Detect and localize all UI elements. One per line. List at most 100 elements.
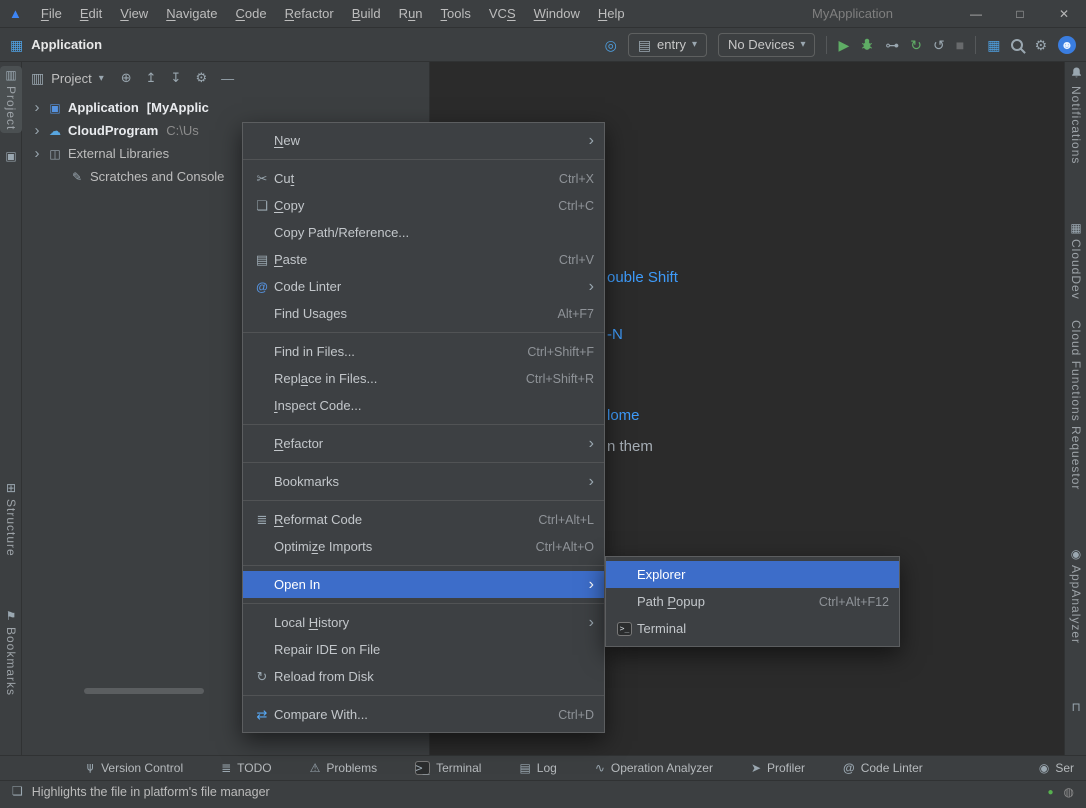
menu-item-open-in[interactable]: Open In› <box>243 571 604 598</box>
maximize-button[interactable]: □ <box>998 0 1042 27</box>
menu-bar: FileEditViewNavigateCodeRefactorBuildRun… <box>32 0 634 27</box>
menu-tools[interactable]: Tools <box>432 0 480 27</box>
horizontal-scrollbar[interactable] <box>84 688 204 694</box>
menu-item-reformat-code[interactable]: ≣Reformat CodeCtrl+Alt+L <box>243 506 604 533</box>
expand-all-icon[interactable]: ↥ <box>146 70 157 86</box>
hide-panel-icon[interactable]: — <box>221 71 234 86</box>
menu-item-label: Copy <box>274 198 304 213</box>
menu-item-optimize-imports[interactable]: Optimize ImportsCtrl+Alt+O <box>243 533 604 560</box>
tool-button-log[interactable]: ▤Log <box>519 761 556 775</box>
device-selector[interactable]: No Devices ▾ <box>718 33 816 57</box>
module-icon: ▤ <box>638 38 651 52</box>
menu-item-refactor[interactable]: Refactor› <box>243 430 604 457</box>
window-controls: — □ ✕ <box>954 0 1086 27</box>
settings-gear-icon[interactable]: ⚙ <box>1034 38 1047 52</box>
menu-item-paste[interactable]: ▤PasteCtrl+V <box>243 246 604 273</box>
search-icon[interactable] <box>1011 39 1023 51</box>
menu-separator <box>243 500 604 501</box>
stop-button: ■ <box>956 38 964 52</box>
menu-run[interactable]: Run <box>390 0 432 27</box>
expand-chevron-icon[interactable]: › <box>32 100 42 115</box>
menu-separator <box>243 424 604 425</box>
menu-item-find-usages[interactable]: Find UsagesAlt+F7 <box>243 300 604 327</box>
menu-item-explorer[interactable]: Explorer <box>606 561 899 588</box>
menu-item-code-linter[interactable]: @Code Linter› <box>243 273 604 300</box>
menu-item-copy[interactable]: ❏CopyCtrl+C <box>243 192 604 219</box>
menu-separator <box>243 603 604 604</box>
restart-app-icon[interactable]: ↻ <box>910 38 922 52</box>
menu-item-copy-path-reference[interactable]: Copy Path/Reference... <box>243 219 604 246</box>
expand-chevron-icon[interactable]: › <box>32 123 42 138</box>
menu-code[interactable]: Code <box>227 0 276 27</box>
toolwindow-switcher-icon[interactable]: ❏ <box>12 785 23 797</box>
project-tab-icon: ▥ <box>5 69 16 81</box>
menu-item-terminal[interactable]: >_Terminal <box>606 615 899 642</box>
menu-item-inspect-code[interactable]: Inspect Code... <box>243 392 604 419</box>
tool-button-profiler[interactable]: ➤Profiler <box>751 761 805 775</box>
tool-button-appanalyzer[interactable]: ◉ AppAnalyzer <box>1065 548 1086 644</box>
locate-file-icon[interactable]: ⊕ <box>121 70 132 86</box>
tool-button-project-files[interactable]: ▣ <box>0 150 22 162</box>
reload-icon: ↻ <box>250 670 274 683</box>
menu-window[interactable]: Window <box>525 0 589 27</box>
menu-item-bookmarks[interactable]: Bookmarks› <box>243 468 604 495</box>
menu-item-local-history[interactable]: Local History› <box>243 609 604 636</box>
tool-button-version-control[interactable]: ⋔Version Control <box>85 761 183 775</box>
tool-button-cloud-functions-requestor[interactable]: Cloud Functions Requestor <box>1065 320 1086 490</box>
module-selector[interactable]: ▤ entry ▾ <box>628 33 707 57</box>
menu-view[interactable]: View <box>111 0 157 27</box>
menu-item-reload-from-disk[interactable]: ↻Reload from Disk <box>243 663 604 690</box>
menu-file[interactable]: File <box>32 0 71 27</box>
tool-button-code-linter[interactable]: @Code Linter <box>843 761 923 775</box>
menu-item-right: Ctrl+D <box>558 708 594 722</box>
menu-item-path-popup[interactable]: Path PopupCtrl+Alt+F12 <box>606 588 899 615</box>
tool-button-clouddev[interactable]: ▦ CloudDev <box>1065 222 1086 300</box>
menu-navigate[interactable]: Navigate <box>157 0 226 27</box>
tool-button-todo[interactable]: ≣TODO <box>221 761 272 775</box>
menu-item-replace-in-files[interactable]: Replace in Files...Ctrl+Shift+R <box>243 365 604 392</box>
main-toolbar: ▦ Application ◎ ▤ entry ▾ No Devices ▾ ▶ <box>0 28 1086 62</box>
menu-item-label: Reformat Code <box>274 512 362 527</box>
tool-button-ser[interactable]: ◉Ser <box>1039 761 1074 775</box>
submenu-arrow-icon: › <box>589 133 594 149</box>
panel-settings-gear-icon[interactable]: ⚙ <box>195 70 207 86</box>
menu-item-repair-ide-on-file[interactable]: Repair IDE on File <box>243 636 604 663</box>
tool-button-terminal[interactable]: >_Terminal <box>415 761 481 775</box>
menu-item-compare-with[interactable]: ⇄Compare With...Ctrl+D <box>243 701 604 728</box>
account-avatar[interactable]: ☻ <box>1058 36 1076 54</box>
menu-item-new[interactable]: New› <box>243 127 604 154</box>
editor-text-fragment: n them <box>607 438 653 455</box>
debug-button[interactable] <box>860 37 874 53</box>
menu-help[interactable]: Help <box>589 0 634 27</box>
tree-item-application[interactable]: ›▣Application[MyApplic <box>22 96 429 119</box>
menu-separator <box>243 695 604 696</box>
tool-button-structure[interactable]: ⊞ Structure <box>0 482 22 557</box>
chevron-down-icon[interactable]: ▾ <box>99 73 104 84</box>
hide-stripe-button[interactable]: ⊓ <box>1065 701 1086 713</box>
project-view-title[interactable]: Project <box>51 71 91 86</box>
collapse-all-icon[interactable]: ↧ <box>171 70 182 86</box>
menu-item-cut[interactable]: ✂CutCtrl+X <box>243 165 604 192</box>
menu-item-find-in-files[interactable]: Find in Files...Ctrl+Shift+F <box>243 338 604 365</box>
tool-button-project[interactable]: ▥ Project <box>0 66 22 133</box>
attach-debugger-icon[interactable]: ⊶ <box>885 38 899 52</box>
submenu-arrow-icon: › <box>589 279 594 295</box>
sync-icon[interactable]: ◎ <box>605 38 617 52</box>
menu-build[interactable]: Build <box>343 0 390 27</box>
tree-item-label: Application <box>68 100 139 115</box>
close-button[interactable]: ✕ <box>1042 0 1086 27</box>
menu-vcs[interactable]: VCS <box>480 0 525 27</box>
device-manager-icon[interactable]: ▦ <box>987 38 1000 52</box>
menu-refactor[interactable]: Refactor <box>276 0 343 27</box>
run-button[interactable]: ▶ <box>838 38 849 52</box>
tool-button-notifications[interactable]: Notifications <box>1065 66 1086 164</box>
tool-button-bookmarks[interactable]: ⚑ Bookmarks <box>0 610 22 696</box>
run-with-coverage-icon[interactable]: ↺ <box>933 38 945 52</box>
minimize-button[interactable]: — <box>954 0 998 27</box>
tool-button-operation-analyzer[interactable]: ∿Operation Analyzer <box>595 761 713 775</box>
menu-item-right: › <box>589 436 594 452</box>
expand-chevron-icon[interactable]: › <box>32 146 42 161</box>
menu-edit[interactable]: Edit <box>71 0 111 27</box>
status-indicator-icon[interactable]: ◍ <box>1064 785 1074 799</box>
tool-button-problems[interactable]: ⚠Problems <box>310 761 377 775</box>
